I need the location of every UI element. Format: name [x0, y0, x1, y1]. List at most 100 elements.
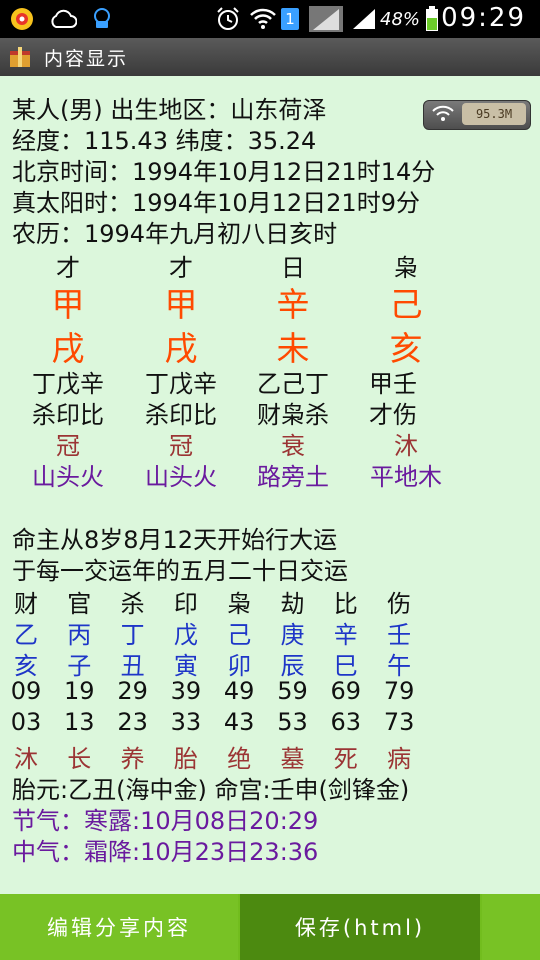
- support-chat-icon: [88, 6, 116, 32]
- sim-badge: 1: [280, 6, 300, 32]
- dayun-age: 39: [170, 677, 202, 705]
- pillar-hour-hidden-gods: 才伤: [369, 401, 417, 429]
- pillar-month-stem: 甲: [164, 285, 198, 324]
- info-line-beijing-time: 北京时间：1994年10月12日21时14分: [12, 158, 436, 186]
- page-title: 内容显示: [44, 48, 129, 70]
- pillar-year-stage: 冠: [56, 432, 80, 460]
- app-icon: [8, 45, 32, 69]
- status-bar: 1 48% 09:29: [0, 0, 540, 38]
- dayun-stem: 丙: [67, 621, 92, 649]
- pillar-year-stem: 甲: [51, 285, 85, 324]
- dayun-stage: 胎: [173, 745, 198, 773]
- dayun-branch: 子: [67, 652, 92, 680]
- cell-signal-icon: [308, 6, 344, 32]
- zhongqi-line: 中气：霜降:10月23日23:36: [12, 838, 319, 866]
- pillar-day-branch: 未: [276, 329, 310, 368]
- dayun-transition-text: 于每一交运年的五月二十日交运: [12, 557, 348, 585]
- pillar-day-nayin: 路旁土: [257, 463, 329, 491]
- dayun-year: 53: [277, 708, 308, 736]
- content-area[interactable]: 某人(男) 出生地区：山东荷泽 经度：115.43 纬度：35.24 北京时间：…: [0, 76, 540, 894]
- dayun-stem: 辛: [333, 621, 358, 649]
- dayun-branch: 卯: [227, 652, 252, 680]
- dayun-age: 09: [10, 677, 42, 705]
- dayun-god: 劫: [280, 590, 305, 618]
- info-line-coordinates: 经度：115.43 纬度：35.24: [12, 127, 317, 155]
- pillar-day-hidden-gods: 财枭杀: [257, 401, 329, 429]
- pillar-day-hidden: 乙己丁: [257, 370, 329, 398]
- dayun-stage: 养: [120, 745, 145, 773]
- dayun-god: 印: [173, 590, 198, 618]
- pillar-day-stage: 衰: [281, 432, 305, 460]
- dayun-year: 43: [223, 708, 255, 736]
- pillar-year-hidden: 丁戊辛: [32, 370, 104, 398]
- dayun-branch: 亥: [14, 652, 38, 680]
- pillar-month-branch: 戌: [164, 329, 198, 368]
- info-line-solar-time: 真太阳时：1994年10月12日21时9分: [12, 189, 420, 217]
- info-line-lunar: 农历：1994年九月初八日亥时: [12, 220, 338, 248]
- dayun-year: 73: [383, 708, 415, 736]
- net-speed-value: 95.3M: [462, 103, 526, 125]
- dayun-branch: 丑: [120, 652, 145, 680]
- net-speed-widget[interactable]: 95.3M: [423, 100, 531, 130]
- cell-signal-icon: [350, 6, 378, 32]
- dayun-age: 49: [223, 677, 255, 705]
- pillar-month-hidden-gods: 杀印比: [145, 401, 217, 429]
- dayun-god: 枭: [227, 590, 252, 618]
- pillar-hour-nayin: 平地木: [370, 463, 442, 491]
- pillar-month-nayin: 山头火: [145, 463, 217, 491]
- clock: 09:29: [441, 3, 526, 33]
- pillar-day-stem: 辛: [276, 285, 310, 324]
- dayun-age: 69: [330, 677, 362, 705]
- dayun-start-text: 命主从8岁8月12天开始行大运: [12, 526, 338, 554]
- dayun-branch: 午: [387, 652, 412, 680]
- pillar-hour-hidden: 甲壬: [369, 370, 417, 398]
- dayun-stem: 乙: [14, 621, 38, 649]
- dayun-stem: 丁: [120, 621, 145, 649]
- taiyuan-minggong: 胎元:乙丑(海中金) 命宫:壬申(剑锋金): [12, 776, 410, 804]
- dayun-branch: 巳: [333, 652, 358, 680]
- dayun-god: 杀: [120, 590, 145, 618]
- dayun-stage: 长: [67, 745, 92, 773]
- pillar-hour-branch: 亥: [389, 329, 423, 368]
- cloud-icon: [48, 6, 78, 32]
- dayun-stem: 壬: [387, 621, 412, 649]
- jieqi-line: 节气：寒露:10月08日20:29: [12, 807, 319, 835]
- dayun-god: 比: [333, 590, 358, 618]
- dayun-age: 19: [64, 677, 95, 705]
- dayun-stage: 死: [333, 745, 358, 773]
- dayun-stage: 墓: [280, 745, 305, 773]
- dayun-age: 59: [277, 677, 308, 705]
- dayun-age: 29: [117, 677, 148, 705]
- bottom-action-bar: 编辑分享内容 保存(html): [0, 894, 540, 960]
- save-html-button[interactable]: 保存(html): [240, 894, 480, 960]
- dayun-stem: 己: [227, 621, 252, 649]
- dayun-stem: 戊: [173, 621, 198, 649]
- dayun-year: 03: [10, 708, 42, 736]
- bottom-bar-spacer: [482, 894, 540, 960]
- wifi-icon: [248, 6, 278, 32]
- pillar-year-branch: 戌: [51, 329, 85, 368]
- title-bar: 内容显示: [0, 38, 540, 76]
- dayun-year: 13: [64, 708, 95, 736]
- dayun-year: 63: [330, 708, 362, 736]
- dayun-branch: 辰: [280, 652, 305, 680]
- pillar-year-hidden-gods: 杀印比: [32, 401, 104, 429]
- alarm-icon: [214, 6, 242, 32]
- pillar-hour-stage: 沐: [394, 432, 418, 460]
- dayun-god: 官: [67, 590, 92, 618]
- battery-icon: [424, 6, 440, 32]
- pillar-month-hidden: 丁戊辛: [145, 370, 217, 398]
- dayun-god: 财: [14, 590, 38, 618]
- pillar-year-nayin: 山头火: [32, 463, 104, 491]
- pillar-month-stage: 冠: [169, 432, 193, 460]
- edit-share-button[interactable]: 编辑分享内容: [0, 894, 238, 960]
- notification-flower-icon: [8, 6, 36, 32]
- dayun-year: 23: [117, 708, 148, 736]
- dayun-stage: 绝: [227, 745, 252, 773]
- dayun-branch: 寅: [173, 652, 198, 680]
- dayun-age: 79: [383, 677, 415, 705]
- wifi-speed-icon: [432, 105, 454, 127]
- pillar-hour-stem: 己: [389, 285, 423, 324]
- info-line-person: 某人(男) 出生地区：山东荷泽: [12, 96, 327, 124]
- battery-percentage: 48%: [380, 9, 421, 30]
